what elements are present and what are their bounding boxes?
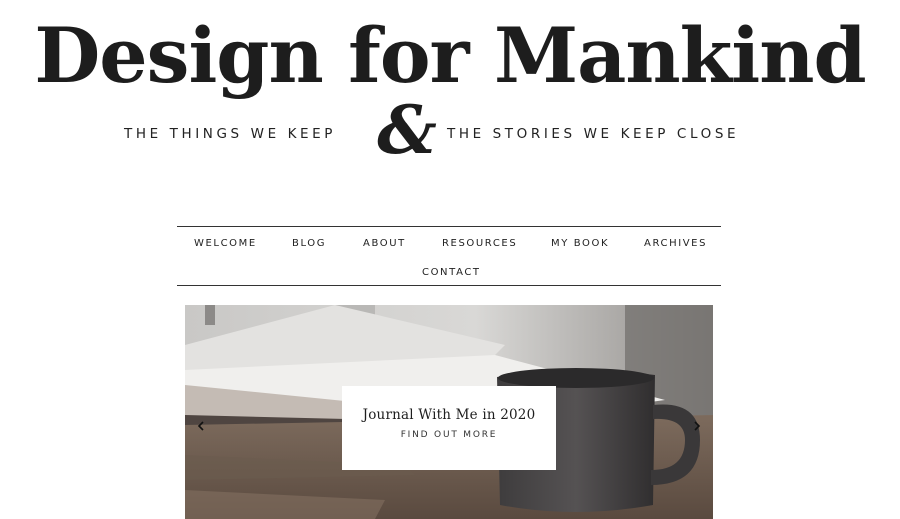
chevron-left-icon[interactable] [195,419,207,433]
tagline-right: THE STORIES WE KEEP CLOSE [447,126,740,142]
chevron-right-icon[interactable] [691,419,703,433]
nav-item-about[interactable]: ABOUT [363,238,406,249]
nav-item-resources[interactable]: RESOURCES [442,238,517,249]
hero-slider[interactable]: Journal With Me in 2020 FIND OUT MORE [185,305,713,519]
nav-item-my-book[interactable]: MY BOOK [551,238,609,249]
nav-item-contact[interactable]: CONTACT [422,267,481,278]
slide-caption-card: Journal With Me in 2020 FIND OUT MORE [342,386,556,470]
nav-item-blog[interactable]: BLOG [292,238,326,249]
nav-item-archives[interactable]: ARCHIVES [644,238,707,249]
main-nav: WELCOME BLOG ABOUT RESOURCES MY BOOK ARC… [177,226,721,286]
site-title[interactable]: Design for Mankind [0,6,900,106]
find-out-more-link[interactable]: FIND OUT MORE [342,430,556,440]
slide-title[interactable]: Journal With Me in 2020 [342,407,556,423]
tagline-left: THE THINGS WE KEEP [124,126,337,142]
ampersand-ornament: & [377,91,437,169]
nav-item-welcome[interactable]: WELCOME [194,238,257,249]
tagline: THE THINGS WE KEEP & THE STORIES WE KEEP… [0,91,900,169]
